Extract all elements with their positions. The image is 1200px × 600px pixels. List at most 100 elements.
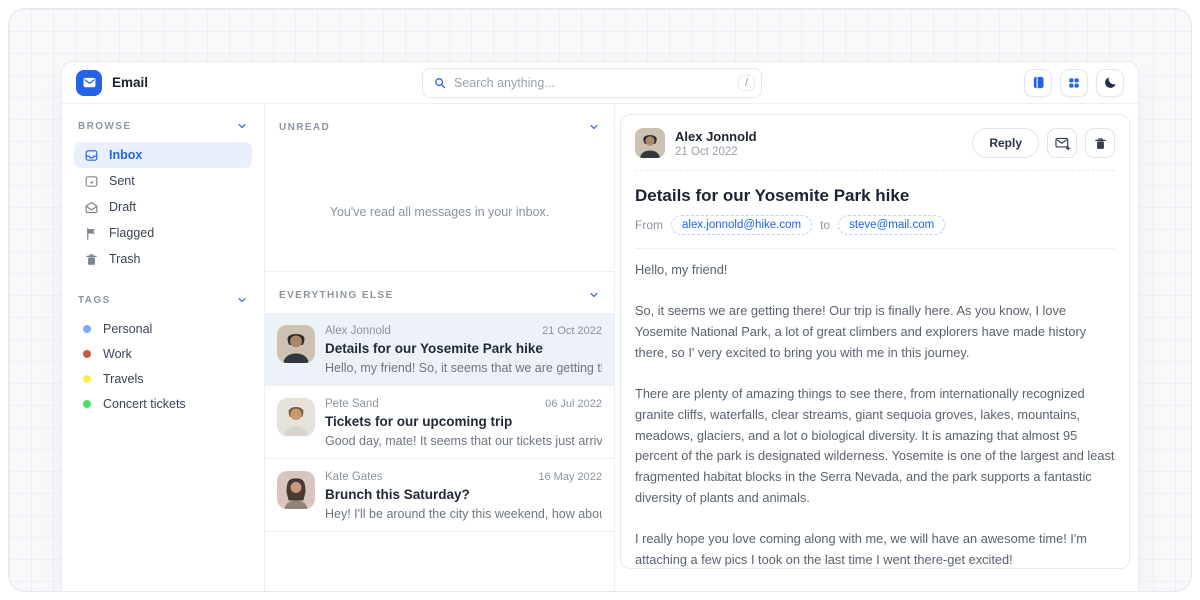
email-summary: Pete Sand 06 Jul 2022 Tickets for our up… xyxy=(325,398,602,448)
sidebar-item-label: Sent xyxy=(109,174,135,188)
everything-else-section-header: EVERYTHING ELSE xyxy=(265,272,614,313)
email-sender: Alex Jonnold xyxy=(325,325,391,337)
flag-icon xyxy=(83,226,99,241)
topbar: Email / xyxy=(62,62,1138,104)
email-app-window: Email / xyxy=(61,61,1139,591)
detail-subject: Details for our Yosemite Park hike xyxy=(635,186,1115,206)
inbox-empty-message: You've read all messages in your inbox. xyxy=(265,205,614,219)
to-label: to xyxy=(820,218,830,232)
forward-mail-button[interactable] xyxy=(1047,128,1077,158)
tag-color-dot xyxy=(83,350,91,358)
tag-label: Concert tickets xyxy=(103,397,186,411)
tag-item-work[interactable]: Work xyxy=(74,341,252,366)
grid-icon xyxy=(1067,76,1081,90)
email-sender: Kate Gates xyxy=(325,471,383,483)
chevron-down-icon xyxy=(588,121,600,133)
sent-icon xyxy=(83,174,99,189)
envelope-icon xyxy=(82,75,97,90)
search-icon xyxy=(433,76,447,90)
detail-sender-block: Alex Jonnold 21 Oct 2022 xyxy=(675,129,757,158)
unread-collapse-button[interactable] xyxy=(588,121,600,133)
email-date: 16 May 2022 xyxy=(538,471,602,483)
page-background: Email / xyxy=(8,8,1192,592)
email-detail-panel: Alex Jonnold 21 Oct 2022 Reply xyxy=(615,104,1138,591)
inbox-icon xyxy=(83,148,99,163)
unread-label: UNREAD xyxy=(279,122,330,133)
email-preview: Hey! I'll be around the city this weeken… xyxy=(325,507,602,521)
browse-section-header: BROWSE xyxy=(74,118,252,142)
sidebar-item-flagged[interactable]: Flagged xyxy=(74,220,252,246)
search-shortcut-badge: / xyxy=(738,75,755,91)
delete-email-button[interactable] xyxy=(1085,128,1115,158)
email-sender: Pete Sand xyxy=(325,398,379,410)
email-list-item-alex[interactable]: Alex Jonnold 21 Oct 2022 Details for our… xyxy=(265,313,614,386)
moon-icon xyxy=(1103,75,1118,90)
from-email-chip[interactable]: alex.jonnold@hike.com xyxy=(671,215,812,235)
tag-color-dot xyxy=(83,400,91,408)
tags-collapse-button[interactable] xyxy=(236,294,248,306)
sidebar-item-sent[interactable]: Sent xyxy=(74,168,252,194)
avatar-kate-gates xyxy=(277,471,315,509)
detail-date: 21 Oct 2022 xyxy=(675,146,757,158)
tag-color-dot xyxy=(83,325,91,333)
brand: Email xyxy=(76,70,148,96)
tags-label: TAGS xyxy=(78,295,111,306)
sidebar-item-draft[interactable]: Draft xyxy=(74,194,252,220)
sidebar: BROWSE Inbox xyxy=(62,104,265,591)
email-preview: Hello, my friend! So, it seems that we a… xyxy=(325,361,602,375)
from-label: From xyxy=(635,218,663,232)
tag-item-personal[interactable]: Personal xyxy=(74,316,252,341)
book-icon xyxy=(1031,75,1046,90)
email-body: Hello, my friend! So, it seems we are ge… xyxy=(635,249,1115,569)
unread-section-header: UNREAD xyxy=(265,104,614,145)
tag-color-dot xyxy=(83,375,91,383)
dark-mode-button[interactable] xyxy=(1096,69,1124,97)
everything-else-label: EVERYTHING ELSE xyxy=(279,290,394,301)
sidebar-item-trash[interactable]: Trash xyxy=(74,246,252,272)
browse-label: BROWSE xyxy=(78,121,131,132)
draft-icon xyxy=(83,200,99,215)
email-summary: Kate Gates 16 May 2022 Brunch this Satur… xyxy=(325,471,602,521)
tag-label: Travels xyxy=(103,372,144,386)
topbar-actions xyxy=(1024,69,1124,97)
search-bar[interactable]: / xyxy=(422,68,762,98)
sidebar-item-inbox[interactable]: Inbox xyxy=(74,142,252,168)
avatar-pete-sand xyxy=(277,398,315,436)
to-email-chip[interactable]: steve@mail.com xyxy=(838,215,945,235)
trash-icon xyxy=(1093,136,1108,151)
envelope-plus-icon xyxy=(1054,135,1071,151)
tags-section-header: TAGS xyxy=(74,292,252,316)
unread-section: UNREAD You've read all messages in your … xyxy=(265,104,614,272)
chevron-down-icon xyxy=(236,120,248,132)
sidebar-item-label: Inbox xyxy=(109,148,142,162)
apps-button[interactable] xyxy=(1060,69,1088,97)
everything-else-collapse-button[interactable] xyxy=(588,289,600,301)
app-logo xyxy=(76,70,102,96)
tag-item-concert-tickets[interactable]: Concert tickets xyxy=(74,391,252,416)
email-date: 06 Jul 2022 xyxy=(545,398,602,410)
chevron-down-icon xyxy=(588,289,600,301)
email-subject: Tickets for our upcoming trip xyxy=(325,414,602,429)
detail-sender-name: Alex Jonnold xyxy=(675,129,757,144)
addressbook-button[interactable] xyxy=(1024,69,1052,97)
detail-actions: Reply xyxy=(972,128,1115,158)
tag-label: Personal xyxy=(103,322,152,336)
sidebar-item-label: Trash xyxy=(109,252,141,266)
browse-collapse-button[interactable] xyxy=(236,120,248,132)
sidebar-item-label: Draft xyxy=(109,200,136,214)
mail-list-column: UNREAD You've read all messages in your … xyxy=(265,104,615,591)
detail-from-to-row: From alex.jonnold@hike.com to steve@mail… xyxy=(635,215,1115,249)
tag-label: Work xyxy=(103,347,132,361)
email-list-item-pete[interactable]: Pete Sand 06 Jul 2022 Tickets for our up… xyxy=(265,386,614,459)
reply-button[interactable]: Reply xyxy=(972,128,1039,158)
email-preview: Good day, mate! It seems that our ticket… xyxy=(325,434,602,448)
avatar-alex-jonnold xyxy=(277,325,315,363)
detail-header: Alex Jonnold 21 Oct 2022 Reply xyxy=(635,128,1115,171)
chevron-down-icon xyxy=(236,294,248,306)
email-summary: Alex Jonnold 21 Oct 2022 Details for our… xyxy=(325,325,602,375)
tag-item-travels[interactable]: Travels xyxy=(74,366,252,391)
search-input[interactable] xyxy=(454,76,731,90)
email-list-item-kate[interactable]: Kate Gates 16 May 2022 Brunch this Satur… xyxy=(265,459,614,532)
sidebar-item-label: Flagged xyxy=(109,226,154,240)
trash-icon xyxy=(83,252,99,267)
